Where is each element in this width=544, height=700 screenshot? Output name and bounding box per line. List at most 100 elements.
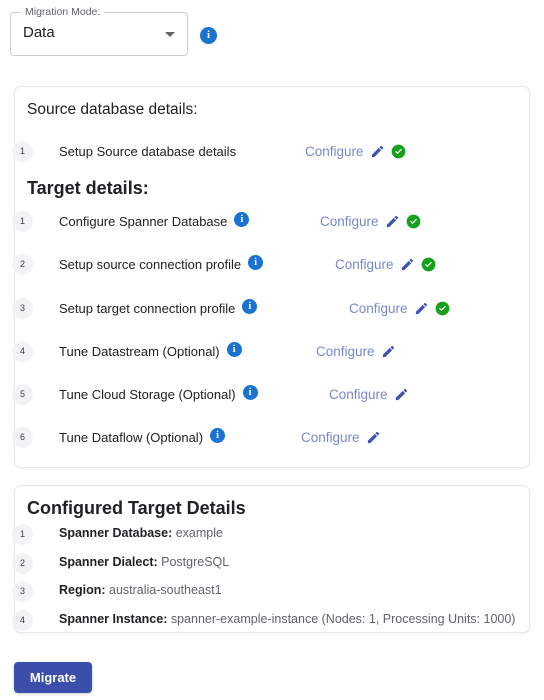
edit-button[interactable] [385,214,400,229]
migration-mode-select[interactable]: Migration Mode: Data [10,6,188,56]
migrate-button[interactable]: Migrate [14,662,92,693]
check-circle-icon [391,144,405,158]
step-label-text: Setup source connection profile [59,256,242,272]
step-label-text: Configure Spanner Database [59,213,228,229]
completed-status-icon [435,301,450,316]
step-row: 3 Setup target connection profile i Configu… [0,296,544,320]
summary-row-key: Spanner Dialect: [59,555,158,569]
configure-link[interactable]: Configure [305,144,364,159]
configure-link[interactable]: Configure [320,214,379,229]
edit-button[interactable] [370,144,385,159]
step-label-text: Setup target connection profile [59,300,236,316]
step-actions: Configure [335,257,436,272]
migration-mode-row: Migration Mode: Data i [0,0,544,56]
step-label-text: Tune Datastream (Optional) [59,343,220,359]
summary-row-text: Region: australia-southeast1 [59,583,222,597]
pencil-icon[interactable] [400,257,415,272]
pencil-icon[interactable] [381,344,396,359]
info-icon[interactable]: i [226,341,242,357]
chevron-down-icon[interactable] [165,32,175,37]
info-icon[interactable]: i [242,384,258,400]
edit-button[interactable] [400,257,415,272]
step-label: Setup target connection profile i [59,298,258,318]
edit-button[interactable] [366,430,381,445]
step-label-text: Tune Dataflow (Optional) [59,429,204,445]
info-icon[interactable]: i [210,427,226,443]
step-actions: Configure [329,387,409,402]
migration-mode-legend: Migration Mode: [21,6,105,18]
summary-row-key: Spanner Database: [59,526,173,540]
summary-row-text: Spanner Database: example [59,526,223,540]
summary-number-badge: 1 [12,524,33,545]
configure-link[interactable]: Configure [335,257,394,272]
info-icon[interactable]: i [200,26,217,44]
step-actions: Configure [349,301,450,316]
completed-status-icon [406,214,421,229]
summary-number-badge: 2 [12,553,33,574]
step-label-text: Setup Source database details [59,143,237,159]
configured-target-details-heading: Configured Target Details [27,498,246,518]
summary-row-key: Spanner Instance: [59,612,168,626]
step-row: 5 Tune Cloud Storage (Optional) i Configure [0,382,544,406]
step-label: Setup source connection profile i [59,254,264,274]
summary-row-text: Spanner Dialect: PostgreSQL [59,555,229,569]
check-circle-icon [435,301,449,315]
summary-row-key: Region: [59,583,106,597]
summary-number-badge: 3 [12,581,33,602]
step-label: Tune Dataflow (Optional) i [59,427,226,447]
step-row: 4 Tune Datastream (Optional) i Configure [0,339,544,363]
info-icon[interactable]: i [234,211,250,227]
step-number-badge: 6 [12,426,33,448]
pencil-icon[interactable] [366,430,381,445]
completed-status-icon [421,257,436,272]
step-row: 1 Configure Spanner Database i Configure [0,209,544,233]
step-number-badge: 1 [12,140,33,162]
step-row: 6 Tune Dataflow (Optional) i Configure [0,425,544,449]
info-icon[interactable]: i [248,254,264,270]
step-label-text: Tune Cloud Storage (Optional) [59,386,236,402]
summary-row-value: example [172,526,223,540]
summary-row: 3 Region: australia-southeast1 [0,581,544,603]
configure-link[interactable]: Configure [316,344,375,359]
configure-link[interactable]: Configure [349,301,408,316]
target-details-heading: Target details: [27,178,149,198]
configure-link[interactable]: Configure [301,430,360,445]
pencil-icon[interactable] [414,301,429,316]
step-label: Setup Source database details [59,144,236,159]
check-circle-icon [421,257,435,271]
step-row: 2 Setup source connection profile i Configu… [0,252,544,276]
step-number-badge: 1 [12,210,33,232]
edit-button[interactable] [394,387,409,402]
info-icon[interactable]: i [242,298,258,314]
step-actions: Configure [320,214,421,229]
pencil-icon[interactable] [394,387,409,402]
step-number-badge: 5 [12,383,33,405]
migration-mode-value: Data [23,24,55,41]
summary-row: 2 Spanner Dialect: PostgreSQL [0,553,544,575]
summary-row-text: Spanner Instance: spanner-example-instan… [59,612,515,626]
pencil-icon[interactable] [370,144,385,159]
step-actions: Configure [305,144,406,159]
completed-status-icon [391,144,406,159]
summary-row-value: PostgreSQL [157,555,230,569]
summary-number-badge: 4 [12,610,33,631]
source-database-heading: Source database details: [27,101,198,118]
configure-link[interactable]: Configure [329,387,388,402]
step-label: Configure Spanner Database i [59,211,250,231]
edit-button[interactable] [414,301,429,316]
step-label: Tune Cloud Storage (Optional) i [59,384,258,404]
step-actions: Configure [316,344,396,359]
summary-row: 1 Spanner Database: example [0,524,544,546]
step-actions: Configure [301,430,381,445]
summary-row: 4 Spanner Instance: spanner-example-insta… [0,610,544,632]
edit-button[interactable] [381,344,396,359]
step-label: Tune Datastream (Optional) i [59,341,242,361]
summary-row-value: australia-southeast1 [105,583,222,597]
summary-row-value: spanner-example-instance (Nodes: 1, Proc… [167,612,516,626]
step-number-badge: 4 [12,340,33,362]
step-row: 1 Setup Source database details Configure [0,139,544,163]
pencil-icon[interactable] [385,214,400,229]
step-number-badge: 2 [12,253,33,275]
check-circle-icon [406,214,420,228]
step-number-badge: 3 [12,297,33,319]
